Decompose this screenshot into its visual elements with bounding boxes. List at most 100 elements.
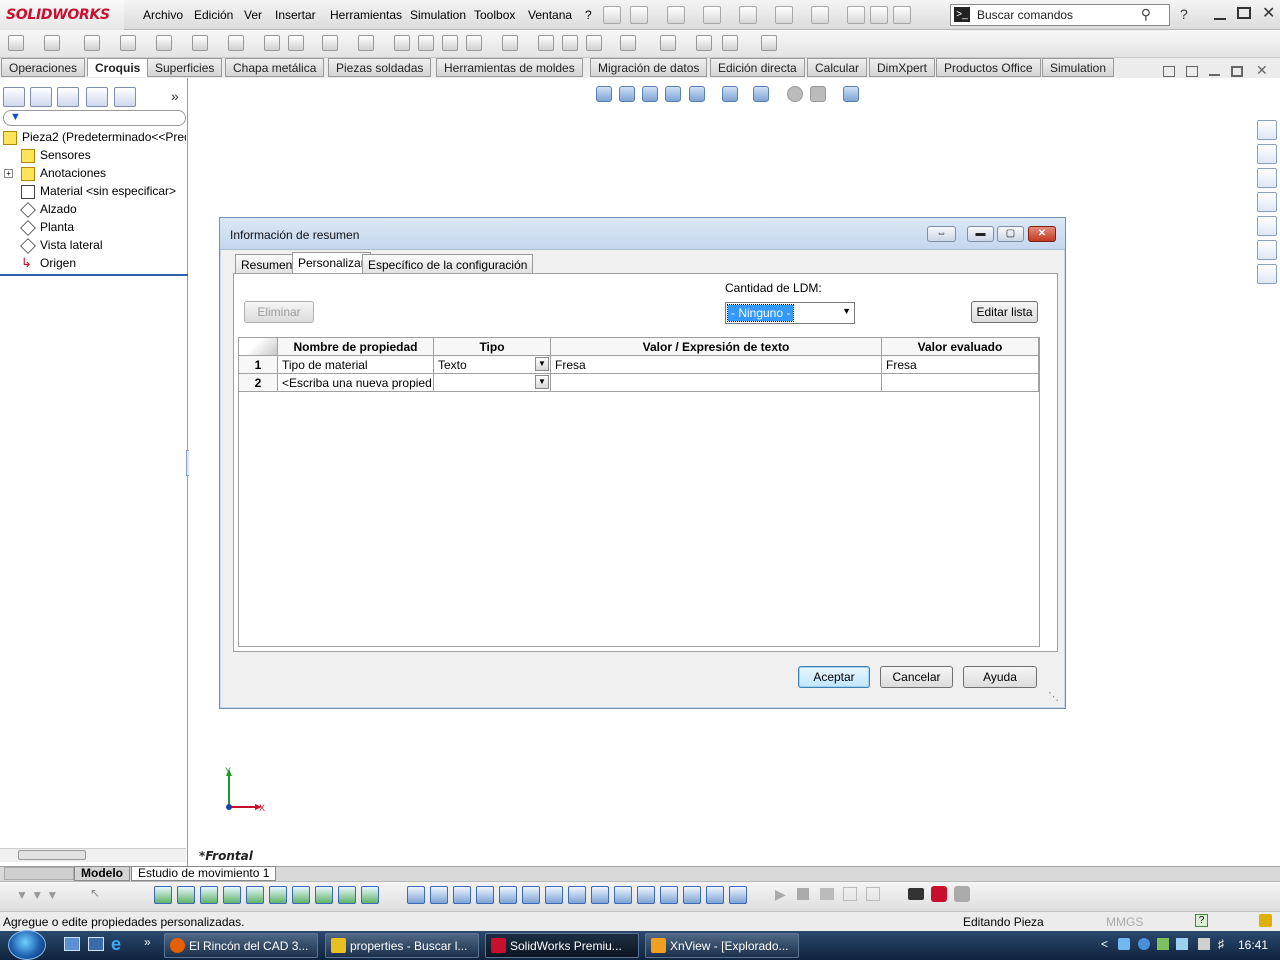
tab-simulation[interactable]: Simulation — [1042, 58, 1115, 77]
file-properties-icon[interactable] — [870, 6, 888, 24]
menu-archivo[interactable]: Archivo — [143, 8, 183, 22]
quick-snaps-icon[interactable] — [722, 35, 738, 51]
menu-edicion[interactable]: Edición — [194, 8, 233, 22]
tray-network-icon[interactable] — [1118, 938, 1130, 950]
chevron-down-icon[interactable]: ▼ — [535, 375, 549, 389]
start-button[interactable] — [8, 930, 46, 960]
tree-item-sensores[interactable]: Sensores — [0, 148, 186, 166]
filter-planes-icon[interactable] — [292, 886, 310, 904]
cancel-button[interactable]: Cancelar — [880, 666, 953, 688]
trim-icon[interactable] — [466, 35, 482, 51]
previous-view-icon[interactable] — [642, 86, 658, 102]
appearances-scenes-icon[interactable] — [1257, 240, 1277, 260]
edit-list-button[interactable]: Editar lista — [971, 301, 1038, 323]
close-icon[interactable]: ✕ — [1262, 3, 1275, 23]
column-header-evaluated[interactable]: Valor evaluado — [882, 338, 1039, 356]
tree-item-vista-lateral[interactable]: Vista lateral — [0, 238, 186, 256]
design-library-icon[interactable] — [1257, 144, 1277, 164]
tray-display-icon[interactable] — [1198, 938, 1210, 950]
tab-modelo[interactable]: Modelo — [74, 866, 130, 881]
resize-grip-icon[interactable]: ⋱ — [1048, 690, 1060, 703]
filter-surface-finish-icon[interactable] — [453, 886, 471, 904]
filter-solids-icon[interactable] — [246, 886, 264, 904]
cascade-icon[interactable] — [1186, 66, 1198, 77]
ellipse-icon[interactable] — [322, 35, 338, 51]
property-value-cell[interactable] — [551, 374, 882, 392]
convert-entities-icon[interactable] — [502, 35, 518, 51]
switch-windows-icon[interactable] — [88, 937, 104, 951]
sketch-icon[interactable] — [8, 35, 24, 51]
spline-icon[interactable] — [288, 35, 304, 51]
filter-surfaces-icon[interactable] — [223, 886, 241, 904]
task-xnview[interactable]: XnView - [Explorado... — [645, 933, 799, 958]
filter-points-icon[interactable] — [315, 886, 333, 904]
chevron-down-icon[interactable]: ▼ — [535, 357, 549, 371]
tab-croquis[interactable]: Croquis — [87, 58, 149, 77]
tab-especifico-configuracion[interactable]: Específico de la configuración — [362, 254, 534, 273]
arc-icon[interactable] — [228, 35, 244, 51]
stop-icon[interactable] — [797, 888, 809, 900]
tab-migracion-datos[interactable]: Migración de datos — [590, 58, 708, 77]
menu-ventana[interactable]: Ventana — [528, 8, 572, 22]
view-orientation-icon[interactable] — [689, 86, 705, 102]
solidworks-logo[interactable]: SOLIDWORKS — [0, 0, 124, 30]
tab-edicion-directa[interactable]: Edición directa — [710, 58, 805, 77]
status-tag-icon[interactable] — [1259, 914, 1272, 927]
zoom-to-fit-icon[interactable] — [596, 86, 612, 102]
task-properties-search[interactable]: properties - Buscar l... — [325, 933, 479, 958]
tile-icon[interactable] — [1163, 66, 1175, 77]
rebuild-icon[interactable] — [847, 6, 865, 24]
task-solidworks[interactable]: SolidWorks Premiu... — [485, 933, 639, 958]
dimxpert-manager-tab-icon[interactable] — [86, 87, 108, 107]
text-icon[interactable] — [418, 35, 434, 51]
tree-item-material[interactable]: Material <sin especificar> — [0, 184, 186, 202]
status-help-icon[interactable]: ? — [1195, 914, 1208, 927]
expand-panel-icon[interactable]: » — [171, 88, 179, 104]
tray-expand-icon[interactable]: < — [1101, 937, 1108, 951]
doc-minimize-icon[interactable] — [1209, 71, 1220, 76]
minimize-icon[interactable] — [1214, 6, 1226, 20]
filter-midpoints-icon[interactable] — [729, 886, 747, 904]
expand-icon[interactable]: + — [4, 169, 13, 179]
undo-icon[interactable] — [775, 6, 793, 24]
filter-centerlines-icon[interactable] — [637, 886, 655, 904]
taskbar-clock[interactable]: 16:41 — [1238, 938, 1268, 952]
filter-faces-icon[interactable] — [200, 886, 218, 904]
doc-restore-icon[interactable] — [1231, 66, 1243, 77]
scene-icon[interactable] — [810, 86, 826, 102]
bom-quantity-select[interactable]: - Ninguno - ▼ — [725, 302, 855, 324]
ok-button[interactable]: Aceptar — [798, 666, 870, 688]
filter-centermarks-icon[interactable] — [614, 886, 632, 904]
pin-icon[interactable] — [603, 6, 621, 24]
tab-superficies[interactable]: Superficies — [147, 58, 223, 77]
dialog-resize-icon[interactable]: ⇔ — [927, 226, 956, 242]
search-icon[interactable]: ⚲ — [1141, 6, 1151, 23]
grid-corner[interactable] — [239, 338, 278, 356]
tree-item-origen[interactable]: ↳ Origen — [0, 256, 186, 274]
filter-vertices-icon[interactable] — [154, 886, 172, 904]
tab-scroll-arrows[interactable] — [4, 867, 74, 880]
offset-icon[interactable] — [538, 35, 554, 51]
folder-icon[interactable] — [1257, 192, 1277, 212]
configuration-manager-tab-icon[interactable] — [57, 87, 79, 107]
custom-properties-icon[interactable] — [1257, 264, 1277, 284]
print-icon[interactable] — [739, 6, 757, 24]
menu-ver[interactable]: Ver — [244, 8, 262, 22]
show-desktop-icon[interactable] — [64, 937, 80, 951]
tab-chapa-metalica[interactable]: Chapa metálica — [225, 58, 325, 77]
tab-productos-office[interactable]: Productos Office — [936, 58, 1041, 77]
tree-horizontal-scrollbar[interactable] — [0, 848, 186, 862]
tray-volume-icon[interactable]: ♯ — [1218, 937, 1224, 951]
dialog-minimize-icon[interactable]: ▬ — [967, 226, 994, 242]
view-settings-icon[interactable] — [843, 86, 859, 102]
tab-calcular[interactable]: Calcular — [807, 58, 868, 77]
display-style-icon[interactable] — [722, 86, 738, 102]
filter-sketch-points-icon[interactable] — [361, 886, 379, 904]
help-icon[interactable]: ? — [1180, 6, 1188, 22]
display-manager-tab-icon[interactable] — [114, 87, 136, 107]
property-manager-tab-icon[interactable] — [30, 87, 52, 107]
tab-herramientas-moldes[interactable]: Herramientas de moldes — [436, 58, 583, 77]
open-icon[interactable] — [667, 6, 685, 24]
status-units[interactable]: MMGS — [1106, 915, 1143, 929]
fillet-icon[interactable] — [358, 35, 374, 51]
